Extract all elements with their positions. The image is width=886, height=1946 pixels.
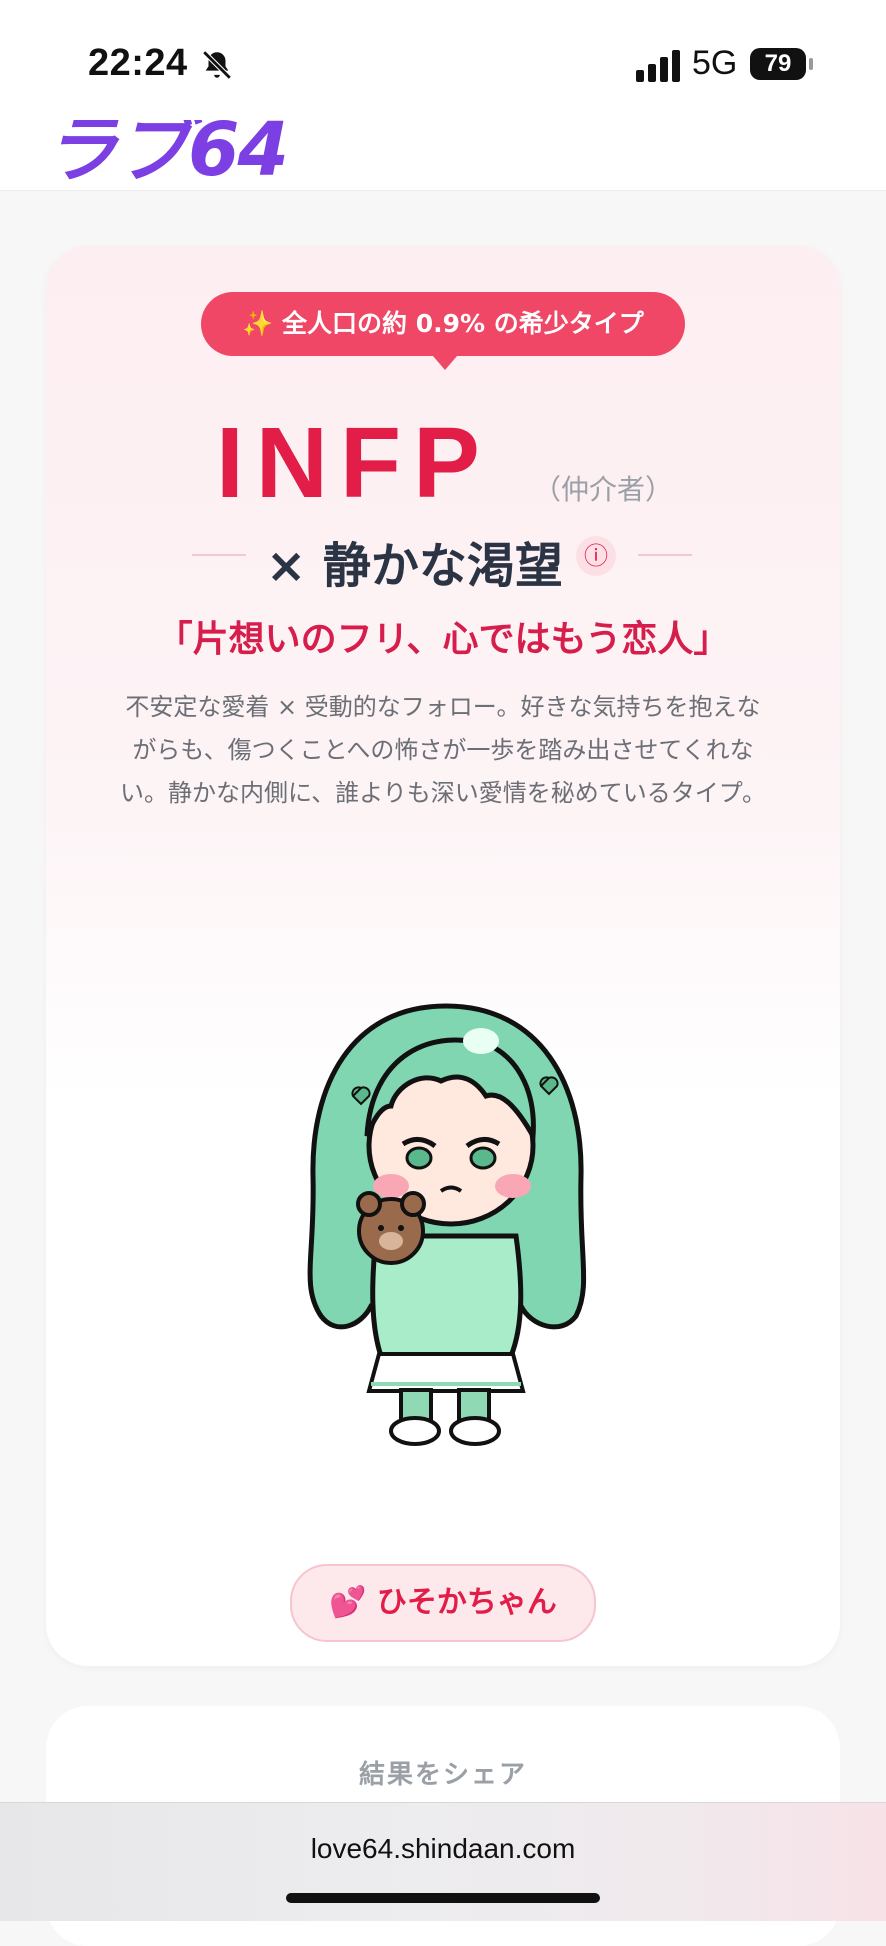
type-code: INFP: [216, 407, 492, 519]
subtype-title: × 静かな渇望: [266, 538, 563, 594]
info-icon[interactable]: ⓘ: [576, 536, 616, 576]
battery-icon: 79: [750, 48, 813, 80]
character-illustration: [307, 1003, 587, 1446]
url-text[interactable]: love64.shindaan.com: [0, 1833, 886, 1865]
signal-icon: [636, 50, 680, 82]
character-name-button[interactable]: 💕 ひそかちゃん: [290, 1564, 596, 1642]
status-time: 22:24: [88, 42, 188, 84]
catchphrase: 「片想いのフリ、心ではもう恋人」: [156, 619, 730, 660]
site-logo[interactable]: ラブ64: [44, 120, 289, 190]
site-header: ラブ64: [0, 120, 886, 191]
rarity-badge: ✨ 全人口の約 0.9% の希少タイプ: [201, 292, 685, 370]
home-indicator[interactable]: [286, 1893, 600, 1903]
browser-address-bar[interactable]: love64.shindaan.com: [0, 1802, 886, 1921]
status-bar: 22:24 5G 79: [0, 0, 886, 120]
divider-left: [192, 554, 246, 556]
network-type: 5G: [692, 44, 738, 82]
divider-right: [638, 554, 692, 556]
share-title: 結果をシェア: [358, 1760, 527, 1790]
type-name: （仲介者）: [533, 473, 674, 506]
bell-muted-icon: [202, 50, 232, 80]
type-description: 不安定な愛着 × 受動的なフォロー。好きな気持ちを抱えながらも、傷つくことへの怖…: [119, 693, 767, 807]
result-card: ✨ 全人口の約 0.9% の希少タイプ INFP （仲介者） × 静かな渇望 ⓘ…: [46, 246, 840, 1666]
